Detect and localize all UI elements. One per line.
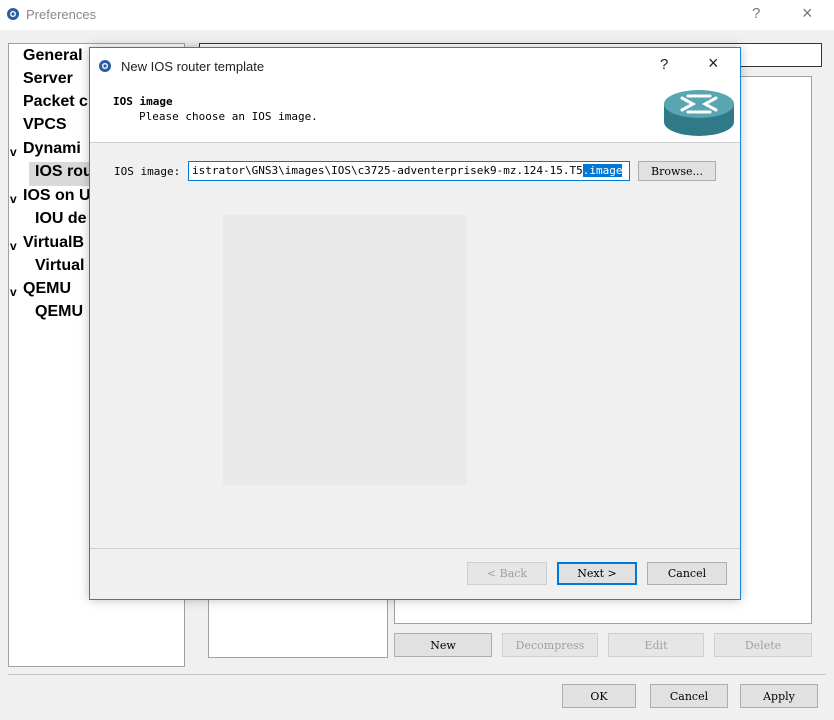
ios-image-path-text: istrator\GNS3\images\IOS\c3725-adventerp…: [192, 164, 583, 177]
ios-image-path-input[interactable]: istrator\GNS3\images\IOS\c3725-adventerp…: [188, 161, 630, 181]
tree-item-iou-devices[interactable]: IOU de: [35, 210, 87, 228]
wizard-page-title: IOS image: [113, 95, 173, 108]
tree-item-dynamips[interactable]: Dynami: [23, 140, 81, 158]
ios-image-label: IOS image:: [114, 165, 181, 178]
tree-item-ios-routers[interactable]: IOS rou: [35, 163, 93, 181]
chevron-down-icon[interactable]: v: [10, 145, 17, 159]
browse-button[interactable]: Browse...: [638, 161, 716, 181]
router-icon: [664, 90, 734, 136]
tree-item-general[interactable]: General: [23, 47, 83, 65]
chevron-down-icon[interactable]: v: [10, 285, 17, 299]
window-title: Preferences: [26, 7, 97, 22]
new-button[interactable]: New: [394, 633, 492, 657]
window-titlebar: Preferences ? ×: [0, 0, 834, 30]
dialog-title: New IOS router template: [121, 59, 265, 74]
tree-item-server[interactable]: Server: [23, 70, 73, 88]
chevron-down-icon[interactable]: v: [10, 239, 17, 253]
apply-button[interactable]: Apply: [740, 684, 818, 708]
next-button[interactable]: Next >: [557, 562, 637, 585]
header-divider: [90, 142, 740, 143]
tree-item-virtualbox-vms[interactable]: Virtual: [35, 257, 85, 275]
tree-item-packet-capture[interactable]: Packet c: [23, 93, 88, 111]
ios-image-preview: [223, 215, 466, 485]
edit-button[interactable]: Edit: [608, 633, 704, 657]
dialog-footer-divider: [90, 548, 740, 549]
gns3-logo-icon: [7, 8, 19, 20]
tree-item-virtualbox[interactable]: VirtualB: [23, 234, 84, 252]
help-icon[interactable]: ?: [752, 5, 760, 22]
dialog-titlebar: New IOS router template ? ×: [90, 48, 740, 84]
tree-item-qemu[interactable]: QEMU: [23, 280, 71, 298]
cancel-button[interactable]: Cancel: [650, 684, 728, 708]
delete-button[interactable]: Delete: [714, 633, 812, 657]
dialog-cancel-button[interactable]: Cancel: [647, 562, 727, 585]
back-button[interactable]: < Back: [467, 562, 547, 585]
gns3-logo-icon: [99, 60, 111, 72]
tree-item-ios-on-unix[interactable]: IOS on U: [23, 187, 91, 205]
decompress-button[interactable]: Decompress: [502, 633, 598, 657]
tree-item-qemu-vms[interactable]: QEMU: [35, 303, 83, 321]
ok-button[interactable]: OK: [562, 684, 636, 708]
close-icon[interactable]: ×: [708, 53, 719, 74]
chevron-down-icon[interactable]: v: [10, 192, 17, 206]
wizard-page-subtitle: Please choose an IOS image.: [139, 110, 318, 123]
new-ios-router-template-dialog: New IOS router template ? × IOS image Pl…: [89, 47, 741, 600]
ios-image-path-selection: .image: [582, 164, 623, 177]
close-icon[interactable]: ×: [802, 3, 813, 24]
footer-divider: [8, 674, 826, 675]
tree-item-vpcs[interactable]: VPCS: [23, 116, 67, 134]
help-icon[interactable]: ?: [660, 56, 668, 73]
